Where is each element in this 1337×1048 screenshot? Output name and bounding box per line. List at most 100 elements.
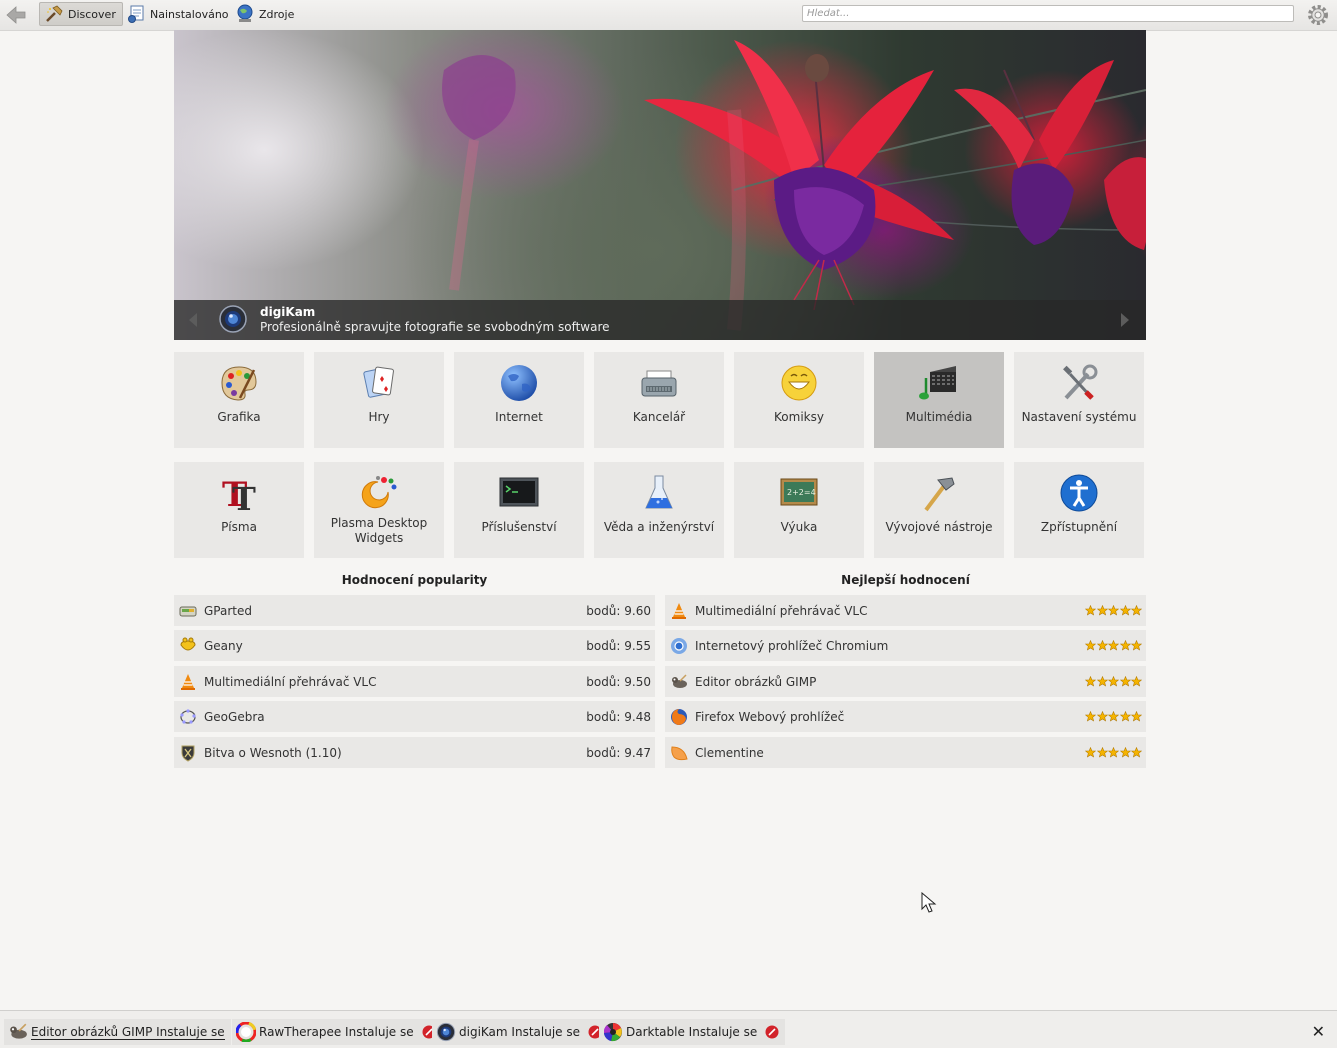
cancel-icon[interactable] xyxy=(765,1025,779,1039)
back-arrow-icon[interactable] xyxy=(4,4,28,26)
fonts-icon: T T xyxy=(218,472,260,514)
category-vyuka[interactable]: 2+2=4 Výuka xyxy=(734,462,864,558)
rating-stars xyxy=(1085,676,1142,687)
star-icon xyxy=(1119,711,1131,722)
popularity-row[interactable]: GParted bodů: 9.60 xyxy=(174,595,655,626)
globe-icon xyxy=(498,362,540,404)
wesnoth-icon xyxy=(178,743,198,763)
gparted-icon xyxy=(178,601,198,621)
category-internet[interactable]: Internet xyxy=(454,352,584,448)
featured-banner[interactable]: digiKam Profesionálně spravujte fotograf… xyxy=(174,30,1146,340)
top-rated-row[interactable]: Editor obrázků GIMP xyxy=(665,666,1146,697)
category-vyvojove-nastroje[interactable]: Vývojové nástroje xyxy=(874,462,1004,558)
star-icon xyxy=(1096,711,1108,722)
rawtherapee-icon xyxy=(236,1022,256,1042)
vlc-icon xyxy=(669,601,689,621)
job-gimp[interactable]: Editor obrázků GIMP Instaluje se xyxy=(4,1019,231,1045)
next-arrow-icon[interactable] xyxy=(1118,312,1132,328)
star-icon xyxy=(1119,676,1131,687)
popularity-row[interactable]: GeoGebra bodů: 9.48 xyxy=(174,701,655,732)
app-name: GParted xyxy=(204,603,252,618)
category-label: Komiksy xyxy=(774,410,824,424)
category-prislusenstvi[interactable]: Příslušenství xyxy=(454,462,584,558)
star-icon xyxy=(1085,747,1096,758)
svg-text:T: T xyxy=(232,480,256,514)
category-kancelar[interactable]: Kancelář xyxy=(594,352,724,448)
palette-icon xyxy=(218,362,260,404)
firefox-icon xyxy=(669,707,689,727)
star-icon xyxy=(1131,676,1142,687)
star-icon xyxy=(1096,640,1108,651)
sources-icon xyxy=(235,4,255,24)
banner-app-name: digiKam xyxy=(260,305,316,319)
app-score: bodů: 9.60 xyxy=(586,603,651,618)
category-grafika[interactable]: Grafika xyxy=(174,352,304,448)
smiley-icon xyxy=(778,362,820,404)
star-icon xyxy=(1096,605,1108,616)
popularity-row[interactable]: Geany bodů: 9.55 xyxy=(174,630,655,661)
category-zpristupneni[interactable]: Zpřístupnění xyxy=(1014,462,1144,558)
category-veda[interactable]: Věda a inženýrství xyxy=(594,462,724,558)
close-icon[interactable]: ✕ xyxy=(1312,1022,1325,1041)
category-multimedia[interactable]: Multimédia xyxy=(874,352,1004,448)
search-input[interactable] xyxy=(802,5,1294,22)
typewriter-icon xyxy=(638,362,680,404)
tab-installed[interactable]: Nainstalováno xyxy=(122,2,235,26)
job-rawtherapee[interactable]: RawTherapee Instaluje se xyxy=(232,1019,442,1045)
app-name: Multimediální přehrávač VLC xyxy=(204,674,377,689)
rating-stars xyxy=(1085,640,1142,651)
app-score: bodů: 9.55 xyxy=(586,638,651,653)
terminal-icon xyxy=(498,472,540,514)
top-rated-row[interactable]: Multimediální přehrávač VLC xyxy=(665,595,1146,626)
tab-discover[interactable]: Discover xyxy=(39,2,123,26)
multimedia-icon xyxy=(918,362,960,404)
job-digikam[interactable]: digiKam Instaluje se xyxy=(432,1019,608,1045)
digikam-icon xyxy=(219,305,247,333)
category-label: Příslušenství xyxy=(481,520,557,534)
app-name: Editor obrázků GIMP xyxy=(695,674,817,689)
banner-image xyxy=(442,40,1146,331)
category-label: Multimédia xyxy=(905,410,973,424)
tab-label: Zdroje xyxy=(259,7,295,21)
job-darktable[interactable]: Darktable Instaluje se xyxy=(599,1019,786,1045)
category-nastaveni-systemu[interactable]: Nastavení systému xyxy=(1014,352,1144,448)
mouse-cursor-icon xyxy=(921,892,937,913)
gear-icon[interactable] xyxy=(1306,3,1330,27)
category-label: Věda a inženýrství xyxy=(603,520,715,534)
star-icon xyxy=(1119,640,1131,651)
previous-arrow-icon[interactable] xyxy=(186,312,200,328)
tab-sources[interactable]: Zdroje xyxy=(231,2,300,26)
tools-icon xyxy=(1058,362,1100,404)
top-rated-title: Nejlepší hodnocení xyxy=(841,573,970,587)
category-label: Výuka xyxy=(780,520,818,534)
app-name: Clementine xyxy=(695,745,764,760)
app-name: Bitva o Wesnoth (1.10) xyxy=(204,745,342,760)
chromium-icon xyxy=(669,636,689,656)
geogebra-icon xyxy=(178,707,198,727)
star-icon xyxy=(1096,747,1108,758)
svg-text:2+2=4: 2+2=4 xyxy=(787,488,816,497)
popularity-row[interactable]: Bitva o Wesnoth (1.10) bodů: 9.47 xyxy=(174,737,655,768)
category-hry[interactable]: Hry xyxy=(314,352,444,448)
category-plasma-widgets[interactable]: Plasma Desktop Widgets xyxy=(314,462,444,558)
star-icon xyxy=(1131,711,1142,722)
star-icon xyxy=(1108,711,1119,722)
popularity-row[interactable]: Multimediální přehrávač VLC bodů: 9.50 xyxy=(174,666,655,697)
clementine-icon xyxy=(669,743,689,763)
top-rated-row[interactable]: Internetový prohlížeč Chromium xyxy=(665,630,1146,661)
gimp-icon xyxy=(8,1022,28,1042)
category-label: Zpřístupnění xyxy=(1040,520,1118,534)
category-label: Plasma Desktop Widgets xyxy=(330,516,428,545)
top-rated-row[interactable]: Clementine xyxy=(665,737,1146,768)
rating-stars xyxy=(1085,711,1142,722)
discover-icon xyxy=(44,4,64,24)
job-label: digiKam Instaluje se xyxy=(459,1025,580,1039)
app-name: Internetový prohlížeč Chromium xyxy=(695,638,889,653)
category-komiksy[interactable]: Komiksy xyxy=(734,352,864,448)
top-rated-row[interactable]: Firefox Webový prohlížeč xyxy=(665,701,1146,732)
star-icon xyxy=(1085,711,1096,722)
cards-icon xyxy=(358,362,400,404)
job-label: Darktable Instaluje se xyxy=(626,1025,758,1039)
category-pisma[interactable]: T T Písma xyxy=(174,462,304,558)
toolbar: Discover Nainstalováno Zdroje xyxy=(0,0,1337,31)
